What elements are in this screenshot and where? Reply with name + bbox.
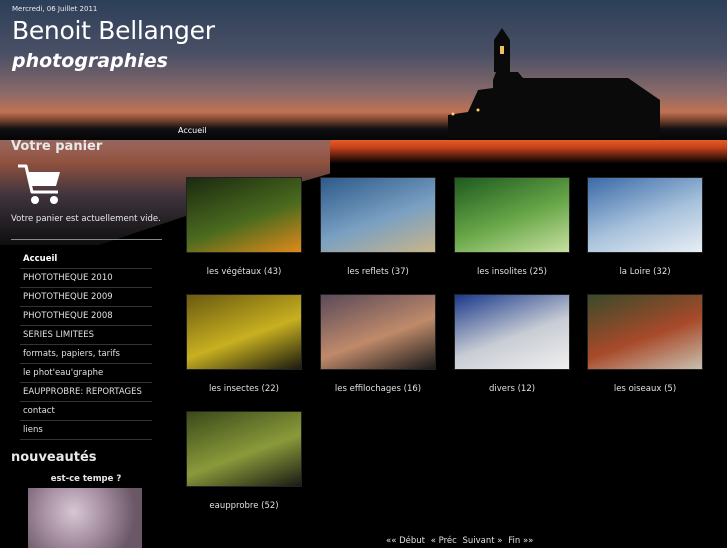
menu-item-series-limitees[interactable]: SERIES LIMITEES (20, 326, 152, 345)
gallery-thumbnail[interactable] (186, 411, 302, 487)
menu-item-phototheque-2009[interactable]: PHOTOTHEQUE 2009 (20, 288, 152, 307)
gallery-item[interactable]: la Loire (32) (587, 177, 703, 277)
gallery-thumbnail[interactable] (587, 294, 703, 370)
news-item-image[interactable] (28, 488, 142, 548)
gallery-caption[interactable]: les insolites (25) (454, 267, 570, 277)
menu-item-photographe[interactable]: le phot'eau'graphe (20, 364, 152, 383)
gallery-caption[interactable]: la Loire (32) (587, 267, 703, 277)
news-heading: nouveautés (11, 450, 97, 465)
gallery-thumbnail[interactable] (454, 294, 570, 370)
gallery-caption[interactable]: les oiseaux (5) (587, 384, 703, 394)
gallery-item[interactable]: divers (12) (454, 294, 570, 394)
gallery-caption[interactable]: les insectes (22) (186, 384, 302, 394)
menu-item-reportages[interactable]: EAUPPROBRE: REPORTAGES (20, 383, 152, 402)
menu-item-accueil[interactable]: Accueil (20, 250, 152, 269)
sidebar-divider (11, 239, 162, 240)
site-title[interactable]: Benoit Bellanger (12, 16, 215, 45)
gallery-thumbnail[interactable] (320, 294, 436, 370)
gallery-item[interactable]: les insolites (25) (454, 177, 570, 277)
gallery-thumbnail[interactable] (587, 177, 703, 253)
gallery-thumbnail[interactable] (454, 177, 570, 253)
gallery-thumbnail[interactable] (186, 294, 302, 370)
gallery-caption[interactable]: divers (12) (454, 384, 570, 394)
cart-empty-text: Votre panier est actuellement vide. (11, 214, 161, 224)
menu-item-liens[interactable]: liens (20, 421, 152, 440)
gallery-item[interactable]: les reflets (37) (320, 177, 436, 277)
breadcrumb-home[interactable]: Accueil (178, 126, 207, 135)
menu-item-phototheque-2010[interactable]: PHOTOTHEQUE 2010 (20, 269, 152, 288)
gallery-item[interactable]: eaupprobre (52) (186, 411, 302, 511)
cart-icon[interactable] (16, 162, 64, 208)
gallery-caption[interactable]: les effilochages (16) (320, 384, 436, 394)
cart-heading: Votre panier (11, 139, 103, 154)
menu-item-formats[interactable]: formats, papiers, tarifs (20, 345, 152, 364)
gallery-item[interactable]: les végétaux (43) (186, 177, 302, 277)
news-item-title[interactable]: est-ce tempe ? (0, 474, 172, 484)
gallery-caption[interactable]: eaupprobre (52) (186, 501, 302, 511)
site-subtitle: photographies (12, 50, 168, 72)
gallery-caption[interactable]: les végétaux (43) (186, 267, 302, 277)
church-silhouette (448, 28, 660, 138)
gallery-item[interactable]: les effilochages (16) (320, 294, 436, 394)
gallery-thumbnail[interactable] (320, 177, 436, 253)
gallery-item[interactable]: les oiseaux (5) (587, 294, 703, 394)
menu-item-phototheque-2008[interactable]: PHOTOTHEQUE 2008 (20, 307, 152, 326)
current-date: Mercredi, 06 Juillet 2011 (12, 5, 98, 13)
gallery-item[interactable]: les insectes (22) (186, 294, 302, 394)
main-menu: Accueil PHOTOTHEQUE 2010 PHOTOTHEQUE 200… (20, 250, 152, 440)
gallery-thumbnail[interactable] (186, 177, 302, 253)
gallery-caption[interactable]: les reflets (37) (320, 267, 436, 277)
menu-item-contact[interactable]: contact (20, 402, 152, 421)
